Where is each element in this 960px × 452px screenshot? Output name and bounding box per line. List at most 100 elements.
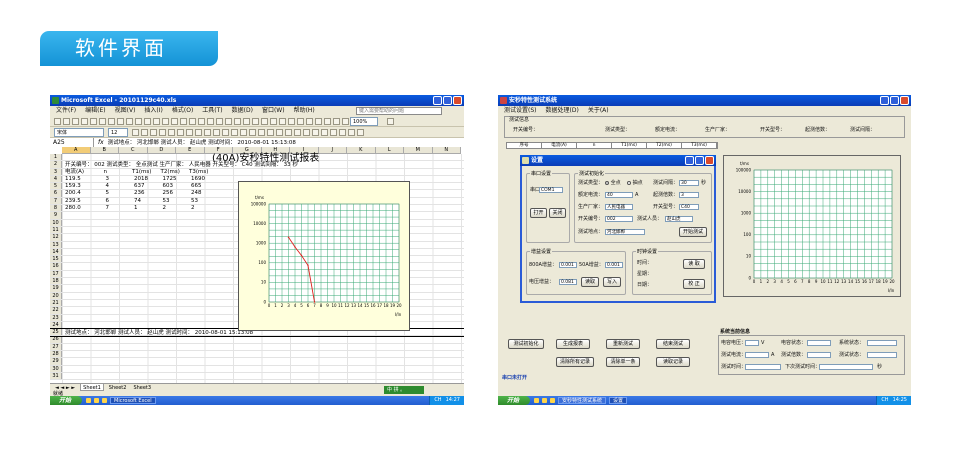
port-select[interactable]: COM1 (539, 187, 563, 193)
report-button[interactable]: 生成报表 (556, 339, 590, 349)
toolbar-icon[interactable] (315, 118, 322, 125)
toolbar-icon[interactable] (312, 129, 319, 136)
quicklaunch-icon[interactable] (94, 398, 99, 403)
toolbar-icon[interactable] (294, 129, 301, 136)
start-test-button[interactable]: 开始测试 (679, 227, 707, 237)
help-search-input[interactable]: 键入需要帮助的问题 (356, 107, 442, 115)
toolbar-icon[interactable] (339, 129, 346, 136)
menu-item[interactable]: 视图(V) (115, 106, 136, 116)
row-number[interactable]: 13 (50, 241, 62, 248)
toolbar-icon[interactable] (270, 118, 277, 125)
toolbar-icon[interactable] (159, 129, 166, 136)
row-number[interactable]: 25 (50, 329, 62, 336)
row-number[interactable]: 6 (50, 190, 62, 197)
toolbar-icon[interactable] (330, 129, 337, 136)
sheet-tab-1[interactable]: Sheet1 (80, 384, 104, 391)
toolbar-icon[interactable] (132, 129, 139, 136)
toolbar-icon[interactable] (135, 118, 142, 125)
taskbar-item-settings[interactable]: 设置 (609, 397, 628, 404)
quicklaunch-icon[interactable] (86, 398, 91, 403)
toolbar-icon[interactable] (279, 118, 286, 125)
fx-icon[interactable]: fx (94, 138, 108, 148)
taskbar-item-excel[interactable]: Microsoft Excel (110, 397, 156, 404)
row-number[interactable]: 29 (50, 358, 62, 365)
minimize-icon[interactable] (880, 96, 889, 105)
gain-write-button[interactable]: 写入 (603, 277, 621, 287)
row-number[interactable]: 28 (50, 351, 62, 358)
row-number[interactable]: 31 (50, 372, 62, 380)
table-cell[interactable]: 2 (160, 205, 167, 212)
toolbar-icon[interactable] (333, 118, 340, 125)
toolbar-icon[interactable] (81, 118, 88, 125)
close-icon[interactable] (900, 96, 909, 105)
toolbar-icon[interactable] (90, 118, 97, 125)
read-records-button[interactable]: 读取记录 (656, 357, 690, 367)
toolbar-icon[interactable] (144, 118, 151, 125)
toolbar-icon[interactable] (153, 118, 160, 125)
table-cell[interactable]: 1725 (160, 176, 177, 183)
footer-info-row[interactable]: 测试地点： 河北邯郸 测试人员： 赵山虎 测试时间： 2010-08-01 15… (62, 330, 253, 336)
radio-single-icon[interactable] (627, 180, 631, 185)
column-header[interactable]: M (404, 147, 433, 154)
table-cell[interactable]: 2018 (131, 176, 148, 183)
toolbar-icon[interactable] (189, 118, 196, 125)
close-icon[interactable] (705, 156, 714, 165)
clear-one-button[interactable]: 清除单一条 (606, 357, 640, 367)
toolbar-icon[interactable] (117, 118, 124, 125)
calibrate-button[interactable]: 校 正 (683, 279, 705, 289)
menu-item[interactable]: 帮助(H) (294, 106, 315, 116)
row-number[interactable]: 20 (50, 292, 62, 299)
model-input[interactable]: C40 (679, 204, 699, 210)
menu-item[interactable]: 文件(F) (56, 106, 76, 116)
excel-chart[interactable]: 100000 10000 1000 100 10 0 0 1 2 3 4 5 6 7 8 9 10 11 12 13 1… (238, 181, 410, 331)
column-header[interactable]: E (176, 147, 205, 154)
row-number[interactable]: 1 (50, 154, 62, 161)
row-number[interactable]: 15 (50, 256, 62, 263)
toolbar-icon[interactable] (306, 118, 313, 125)
person-input[interactable]: 赵山虎 (665, 216, 693, 222)
column-header[interactable]: C (119, 147, 148, 154)
table-cell[interactable]: 637 (131, 183, 145, 190)
row-number[interactable]: 2 (50, 161, 62, 168)
row-number[interactable]: 19 (50, 285, 62, 292)
row-number[interactable]: 9 (50, 212, 62, 219)
gain800-input[interactable]: 0.001 (559, 262, 577, 268)
table-cell[interactable]: 236 (131, 190, 145, 197)
toolbar-icon[interactable] (231, 129, 238, 136)
menu-item[interactable]: 数据(D) (232, 106, 253, 116)
toolbar-icon[interactable] (342, 118, 349, 125)
menu-item[interactable]: 测试设置(S) (504, 106, 537, 116)
menu-item[interactable]: 窗口(W) (262, 106, 285, 116)
menu-item[interactable]: 插入(I) (144, 106, 162, 116)
table-cell[interactable]: 280.0 (62, 205, 81, 212)
table-cell[interactable]: 3 (103, 176, 110, 183)
table-cell[interactable]: 2 (188, 205, 195, 212)
num-input[interactable]: 002 (605, 216, 633, 222)
sheet-tab-3[interactable]: Sheet3 (131, 384, 153, 391)
table-cell[interactable]: 256 (160, 190, 174, 197)
table-cell[interactable]: 53 (188, 198, 198, 205)
maximize-icon[interactable] (443, 96, 452, 105)
column-header[interactable]: L (375, 147, 404, 154)
table-cell[interactable]: 6 (103, 198, 110, 205)
sheet-nav-icon[interactable]: ◄ ◄ ► ► (53, 384, 77, 391)
table-cell[interactable]: 1 (131, 205, 138, 212)
quicklaunch-icon[interactable] (534, 398, 539, 403)
toolbar-icon[interactable] (321, 129, 328, 136)
row-number[interactable]: 14 (50, 248, 62, 256)
toolbar-icon[interactable] (348, 129, 355, 136)
toolbar-icon[interactable] (63, 118, 70, 125)
menu-item[interactable]: 关于(A) (588, 106, 609, 116)
toolbar-icon[interactable] (207, 118, 214, 125)
toolbar-icon[interactable] (126, 118, 133, 125)
table-cell[interactable]: 665 (188, 183, 202, 190)
opt-all[interactable]: 全点 (605, 180, 621, 186)
row-number[interactable]: 18 (50, 278, 62, 285)
zoom-select[interactable]: 100% (350, 117, 378, 126)
taskbar-item-app[interactable]: 安秒特性测试系统 (558, 397, 607, 404)
init-button[interactable]: 测试初始化 (508, 339, 544, 349)
minimize-icon[interactable] (433, 96, 442, 105)
column-header[interactable]: D (147, 147, 176, 154)
toolbar-icon[interactable] (297, 118, 304, 125)
toolbar-icon[interactable] (72, 118, 79, 125)
